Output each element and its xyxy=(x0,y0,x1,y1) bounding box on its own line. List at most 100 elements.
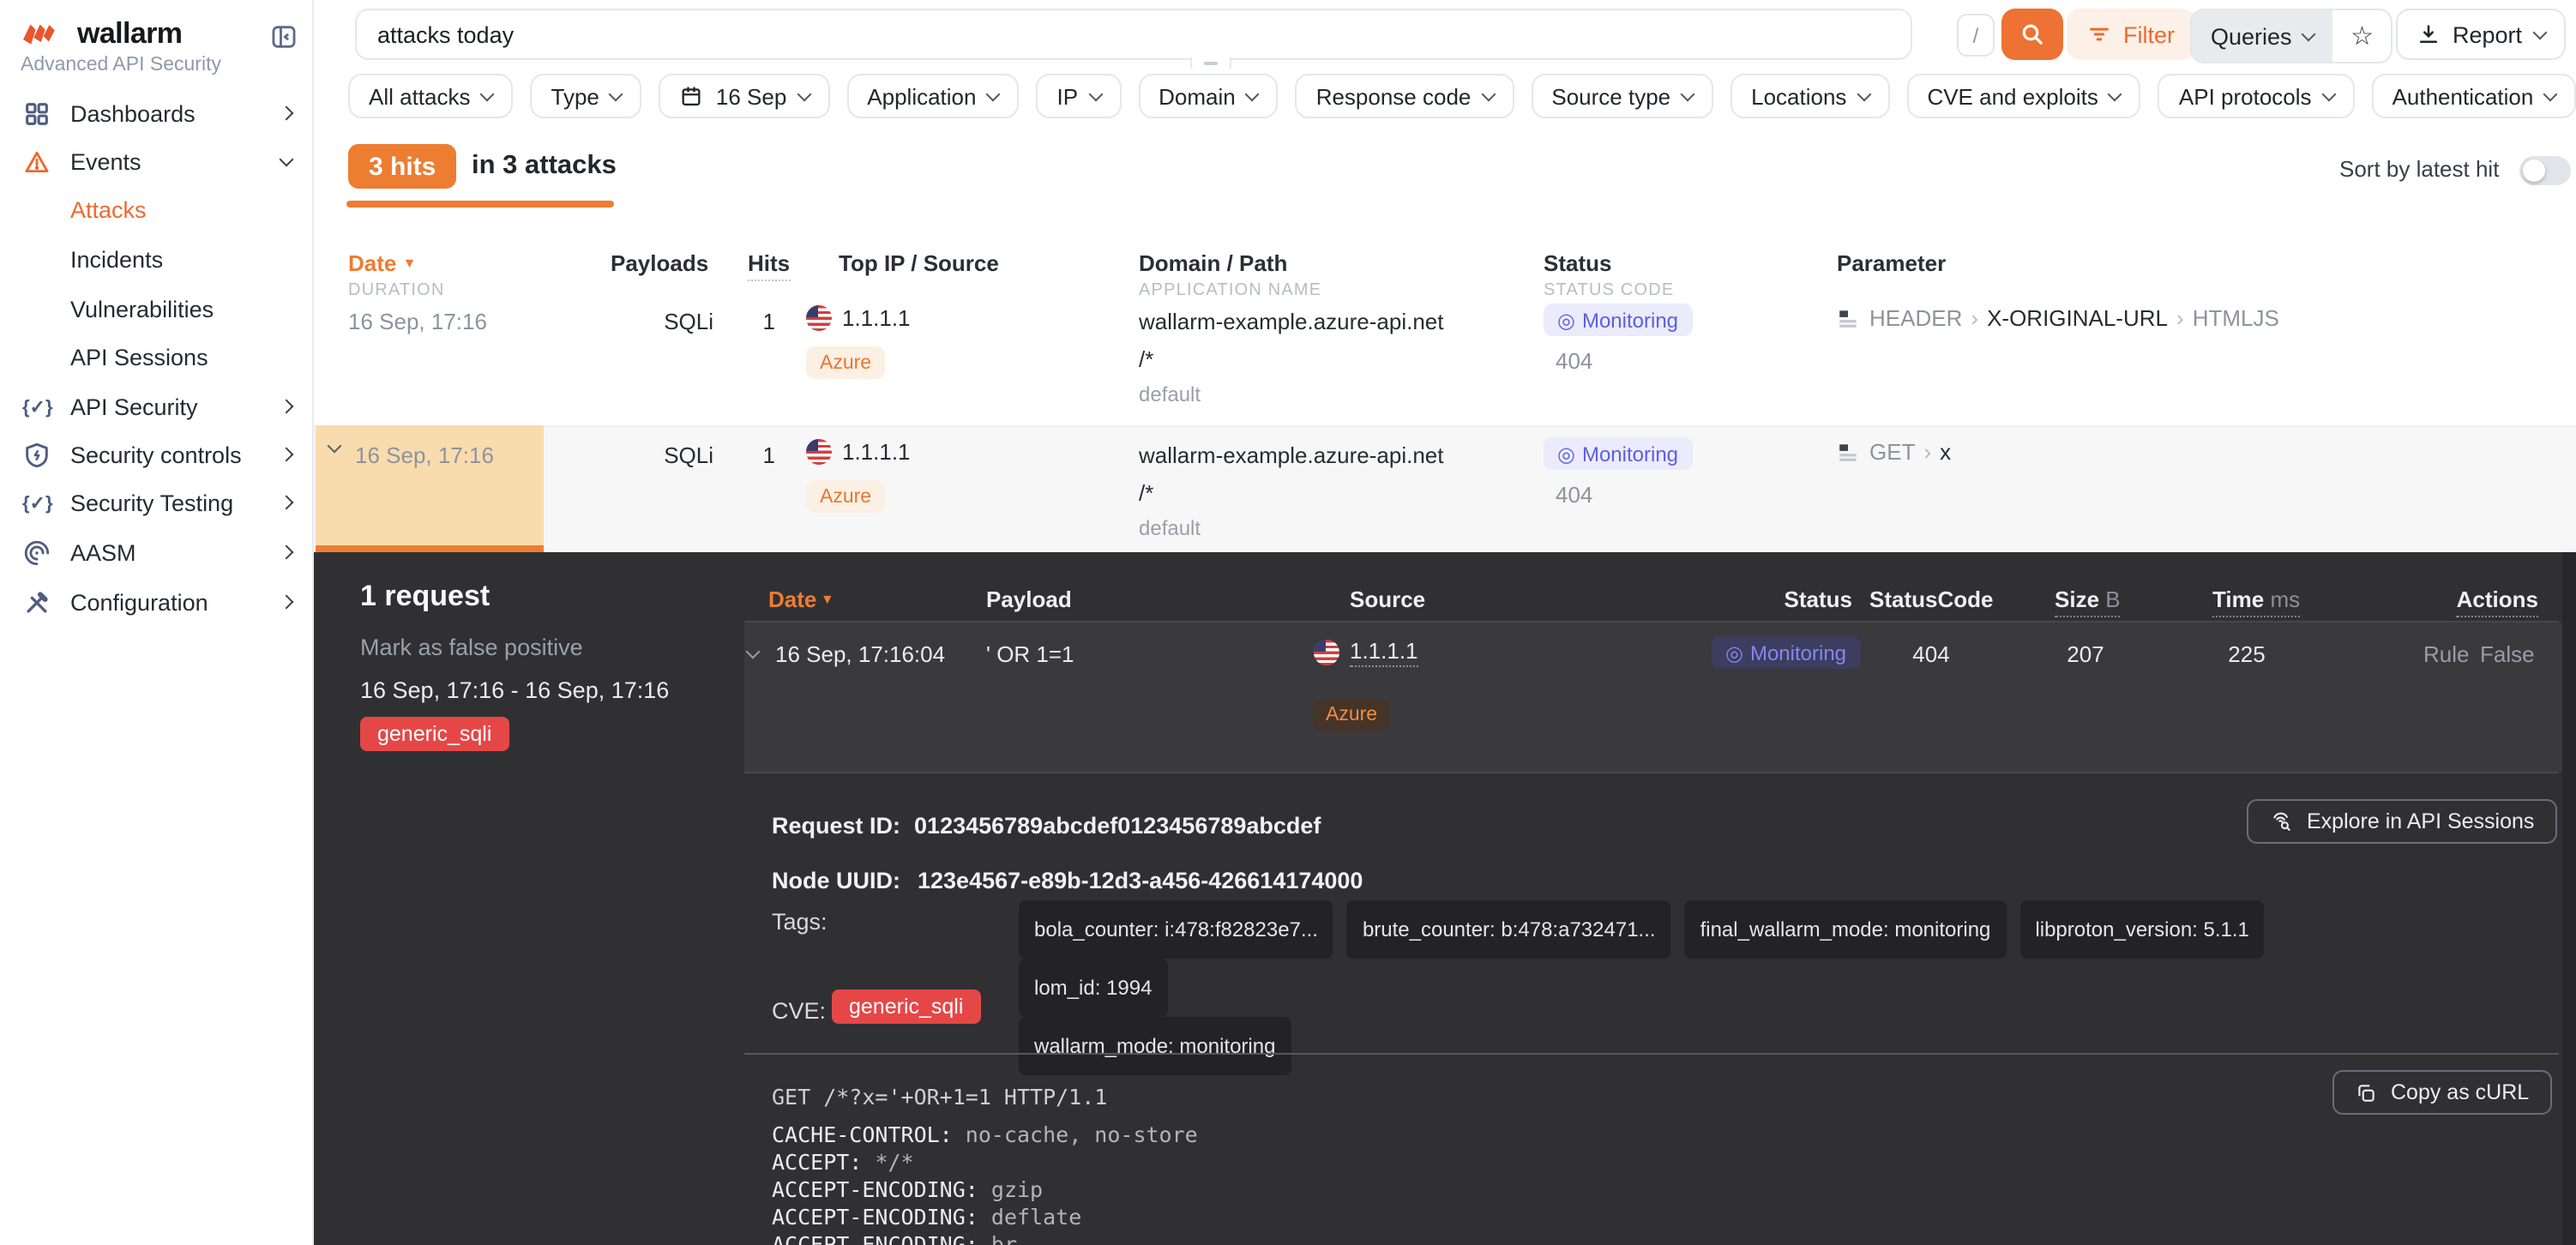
status-label: Monitoring xyxy=(1582,308,1678,332)
queries-button[interactable]: Queries xyxy=(2192,10,2333,62)
chip-label: Locations xyxy=(1751,83,1846,109)
request-status-code: 404 xyxy=(1869,641,1993,667)
wallarm-logo: wallarm xyxy=(21,17,182,51)
chevron-right-icon xyxy=(280,400,294,414)
chevron-separator: › xyxy=(2176,305,2184,331)
chevron-down-icon xyxy=(2532,25,2547,39)
tag-chip: final_wallarm_mode: monitoring xyxy=(1685,900,2007,959)
download-icon xyxy=(2417,22,2441,46)
row-ip[interactable]: 1.1.1.1 xyxy=(842,305,911,331)
filter-chip-response-code[interactable]: Response code xyxy=(1296,74,1514,118)
mark-false-positive-link[interactable]: Mark as false positive xyxy=(360,635,583,660)
action-false-link[interactable]: False xyxy=(2480,641,2535,667)
fingerprint-search-icon xyxy=(2269,809,2293,833)
report-button[interactable]: Report xyxy=(2396,9,2565,60)
detail-header-date[interactable]: Date xyxy=(768,586,816,612)
http-header-line: ACCEPT-ENCODING: gzip xyxy=(772,1176,1043,1202)
request-ip[interactable]: 1.1.1.1 xyxy=(1350,638,1418,667)
filter-chip-locations[interactable]: Locations xyxy=(1730,74,1889,118)
filter-chip-all-attacks[interactable]: All attacks xyxy=(348,74,514,118)
tags-list: bola_counter: i:478:f82823e7...brute_cou… xyxy=(1019,900,2322,1075)
sidebar-item-incidents[interactable]: Incidents xyxy=(0,235,314,283)
action-rule-link[interactable]: Rule xyxy=(2423,641,2470,667)
collapse-sidebar-icon[interactable] xyxy=(269,22,298,51)
filter-chip-cve[interactable]: CVE and exploits xyxy=(1906,74,2140,118)
search-input[interactable] xyxy=(355,9,1912,60)
search-icon xyxy=(2019,21,2046,48)
report-button-label: Report xyxy=(2453,21,2522,47)
column-header-hits: Hits xyxy=(748,250,790,276)
brand-subtitle: Advanced API Security xyxy=(21,55,221,75)
http-header-value: br xyxy=(991,1231,1017,1245)
sidebar-item-label: Security Testing xyxy=(70,490,281,515)
brand-name: wallarm xyxy=(77,17,182,51)
chip-label: Source type xyxy=(1551,83,1670,109)
filter-chip-ip[interactable]: IP xyxy=(1037,74,1122,118)
search-shortcut-key: / xyxy=(1957,14,1995,57)
filter-button[interactable]: Filter xyxy=(2067,9,2195,60)
sort-by-latest-toggle[interactable] xyxy=(2519,156,2571,185)
row-status-code: 404 xyxy=(1556,348,1592,374)
sidebar-item-label: Vulnerabilities xyxy=(22,296,292,322)
column-header-parameter: Parameter xyxy=(1837,250,1946,276)
filter-chip-application[interactable]: Application xyxy=(846,74,1019,118)
filter-chip-source-type[interactable]: Source type xyxy=(1531,74,1713,118)
http-header-value: no-cache, no-store xyxy=(966,1122,1198,1147)
filter-chip-type[interactable]: Type xyxy=(531,74,642,118)
sidebar-item-dashboards[interactable]: Dashboards xyxy=(0,89,314,137)
source-tag-azure: Azure xyxy=(1314,700,1389,731)
braces-icon: {✓} xyxy=(22,395,51,418)
row-application: default xyxy=(1139,382,1201,406)
status-badge-monitoring: ◎Monitoring xyxy=(1712,636,1860,669)
http-header-line: CACHE-CONTROL: no-cache, no-store xyxy=(772,1122,1198,1147)
sidebar-item-security-controls[interactable]: Security controls xyxy=(0,430,314,478)
status-label: Monitoring xyxy=(1582,442,1678,466)
sidebar-item-configuration[interactable]: Configuration xyxy=(0,578,314,626)
sidebar-item-aasm[interactable]: AASM xyxy=(0,528,314,576)
detail-header-size: Size B xyxy=(2055,586,2121,612)
header-label: Size xyxy=(2055,586,2099,612)
calendar-icon xyxy=(680,84,704,108)
row-ip[interactable]: 1.1.1.1 xyxy=(842,439,911,465)
hits-count-badge: 3 hits xyxy=(348,144,456,189)
request-id-value: 0123456789abcdef0123456789abcdef xyxy=(914,813,1321,839)
sidebar-item-label: API Security xyxy=(70,394,281,419)
detail-header-source: Source xyxy=(1350,586,1425,612)
header-unit: ms xyxy=(2270,586,2300,612)
sidebar-item-vulnerabilities[interactable]: Vulnerabilities xyxy=(0,285,314,333)
chevron-down-icon xyxy=(986,87,1001,101)
filter-chip-date[interactable]: 16 Sep xyxy=(659,74,829,118)
attack-date-range: 16 Sep, 17:16 - 16 Sep, 17:16 xyxy=(360,677,669,703)
http-header-line: ACCEPT-ENCODING: deflate xyxy=(772,1204,1081,1230)
filter-chip-domain[interactable]: Domain xyxy=(1138,74,1279,118)
sort-desc-icon: ▼ xyxy=(403,256,417,271)
chevron-down-icon xyxy=(1681,87,1695,101)
sidebar-item-events[interactable]: Events xyxy=(0,137,314,185)
copy-as-curl-button[interactable]: Copy as cURL xyxy=(2332,1070,2551,1115)
search-button[interactable] xyxy=(2001,9,2063,60)
chip-label: API protocols xyxy=(2179,83,2312,109)
sidebar-item-api-sessions[interactable]: API Sessions xyxy=(0,333,314,381)
topbar: / Filter Queries ☆ xyxy=(314,0,2576,69)
column-header-date[interactable]: Date ▼ xyxy=(348,250,416,276)
detail-header-time: Time ms xyxy=(2212,586,2300,612)
chevron-down-icon xyxy=(2302,27,2316,41)
explore-api-sessions-button[interactable]: Explore in API Sessions xyxy=(2247,799,2556,844)
filter-chip-api-protocols[interactable]: API protocols xyxy=(2158,74,2355,118)
favorite-star-button[interactable]: ☆ xyxy=(2333,10,2392,62)
param-location: HEADER xyxy=(1869,305,1962,331)
filter-chip-authentication[interactable]: Authentication xyxy=(2372,74,2576,118)
chevron-down-icon xyxy=(1481,87,1496,101)
sidebar-item-api-security[interactable]: {✓} API Security xyxy=(0,382,314,430)
chevron-separator: › xyxy=(1971,305,1978,331)
sidebar-item-security-testing[interactable]: {✓} Security Testing xyxy=(0,478,314,526)
sidebar-item-label: Dashboards xyxy=(70,100,281,126)
detail-scrollbar[interactable] xyxy=(2562,552,2576,1245)
star-icon: ☆ xyxy=(2350,21,2374,51)
column-header-domain: Domain / Path xyxy=(1139,250,1287,276)
sidebar-item-attacks[interactable]: Attacks xyxy=(0,185,314,233)
us-flag-icon xyxy=(806,439,832,465)
chip-label: Authentication xyxy=(2392,83,2534,109)
param-name: x xyxy=(1940,439,1951,465)
cve-label: CVE: xyxy=(772,998,826,1024)
